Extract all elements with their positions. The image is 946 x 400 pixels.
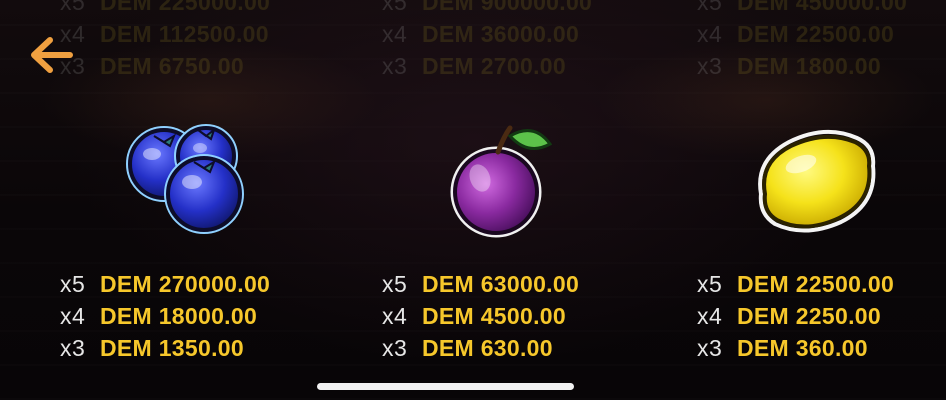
- payout-row: x3 DEM 630.00: [382, 332, 579, 364]
- payout-row: x4 DEM 112500.00: [60, 18, 270, 50]
- multiplier: x4: [697, 20, 723, 47]
- multiplier: x5: [697, 0, 723, 15]
- payout-amount: DEM 63000.00: [422, 270, 580, 297]
- multiplier: x4: [697, 302, 723, 329]
- payout-row: x3 DEM 6750.00: [60, 50, 270, 82]
- upper-payout-list: x5 DEM 225000.00 x4 DEM 112500.00 x3 DEM…: [60, 0, 270, 82]
- multiplier: x4: [60, 302, 86, 329]
- payout-row: x3 DEM 1800.00: [697, 50, 907, 82]
- payout-row: x4 DEM 2250.00: [697, 300, 894, 332]
- multiplier: x4: [60, 20, 86, 47]
- payout-amount: DEM 1350.00: [100, 334, 244, 361]
- multiplier: x3: [382, 52, 408, 79]
- upper-payout-list: x5 DEM 900000.00 x4 DEM 36000.00 x3 DEM …: [382, 0, 592, 82]
- paytable-column-blueberries: x5 DEM 225000.00 x4 DEM 112500.00 x3 DEM…: [60, 0, 360, 400]
- home-indicator[interactable]: [317, 383, 574, 390]
- paytable-column-plum: x5 DEM 900000.00 x4 DEM 36000.00 x3 DEM …: [382, 0, 682, 400]
- blueberries-icon: [126, 124, 244, 234]
- payout-row: x4 DEM 4500.00: [382, 300, 579, 332]
- payout-amount: DEM 2250.00: [737, 302, 881, 329]
- payout-list: x5 DEM 270000.00 x4 DEM 18000.00 x3 DEM …: [60, 268, 270, 364]
- payout-row: x3 DEM 1350.00: [60, 332, 270, 364]
- payout-row: x5 DEM 22500.00: [697, 268, 894, 300]
- payout-row: x3 DEM 360.00: [697, 332, 894, 364]
- multiplier: x3: [60, 52, 86, 79]
- payout-amount: DEM 630.00: [422, 334, 553, 361]
- payout-amount: DEM 2700.00: [422, 52, 566, 79]
- multiplier: x5: [382, 0, 408, 15]
- payout-amount: DEM 4500.00: [422, 302, 566, 329]
- payout-list: x5 DEM 22500.00 x4 DEM 2250.00 x3 DEM 36…: [697, 268, 894, 364]
- upper-payout-list: x5 DEM 450000.00 x4 DEM 22500.00 x3 DEM …: [697, 0, 907, 82]
- payout-amount: DEM 22500.00: [737, 270, 895, 297]
- payout-amount: DEM 270000.00: [100, 270, 271, 297]
- payout-row: x5 DEM 450000.00: [697, 0, 907, 18]
- payout-amount: DEM 1800.00: [737, 52, 881, 79]
- multiplier: x5: [60, 270, 86, 297]
- payout-amount: DEM 18000.00: [100, 302, 258, 329]
- payout-row: x4 DEM 36000.00: [382, 18, 592, 50]
- multiplier: x5: [60, 0, 86, 15]
- payout-amount: DEM 450000.00: [737, 0, 908, 15]
- multiplier: x5: [382, 270, 408, 297]
- lemon-icon: [758, 129, 876, 233]
- multiplier: x4: [382, 302, 408, 329]
- plum-icon: [450, 125, 553, 238]
- payout-amount: DEM 6750.00: [100, 52, 244, 79]
- payout-amount: DEM 225000.00: [100, 0, 271, 15]
- multiplier: x5: [697, 270, 723, 297]
- multiplier: x3: [697, 52, 723, 79]
- payout-list: x5 DEM 63000.00 x4 DEM 4500.00 x3 DEM 63…: [382, 268, 579, 364]
- payout-amount: DEM 360.00: [737, 334, 868, 361]
- multiplier: x4: [382, 20, 408, 47]
- payout-row: x4 DEM 18000.00: [60, 300, 270, 332]
- payout-row: x5 DEM 270000.00: [60, 268, 270, 300]
- payout-amount: DEM 900000.00: [422, 0, 593, 15]
- payout-amount: DEM 22500.00: [737, 20, 895, 47]
- payout-amount: DEM 112500.00: [100, 20, 269, 47]
- payout-row: x5 DEM 225000.00: [60, 0, 270, 18]
- paytable-column-lemon: x5 DEM 450000.00 x4 DEM 22500.00 x3 DEM …: [697, 0, 946, 400]
- multiplier: x3: [60, 334, 86, 361]
- payout-row: x5 DEM 900000.00: [382, 0, 592, 18]
- payout-amount: DEM 36000.00: [422, 20, 580, 47]
- payout-row: x4 DEM 22500.00: [697, 18, 907, 50]
- multiplier: x3: [382, 334, 408, 361]
- payout-row: x5 DEM 63000.00: [382, 268, 579, 300]
- payout-row: x3 DEM 2700.00: [382, 50, 592, 82]
- multiplier: x3: [697, 334, 723, 361]
